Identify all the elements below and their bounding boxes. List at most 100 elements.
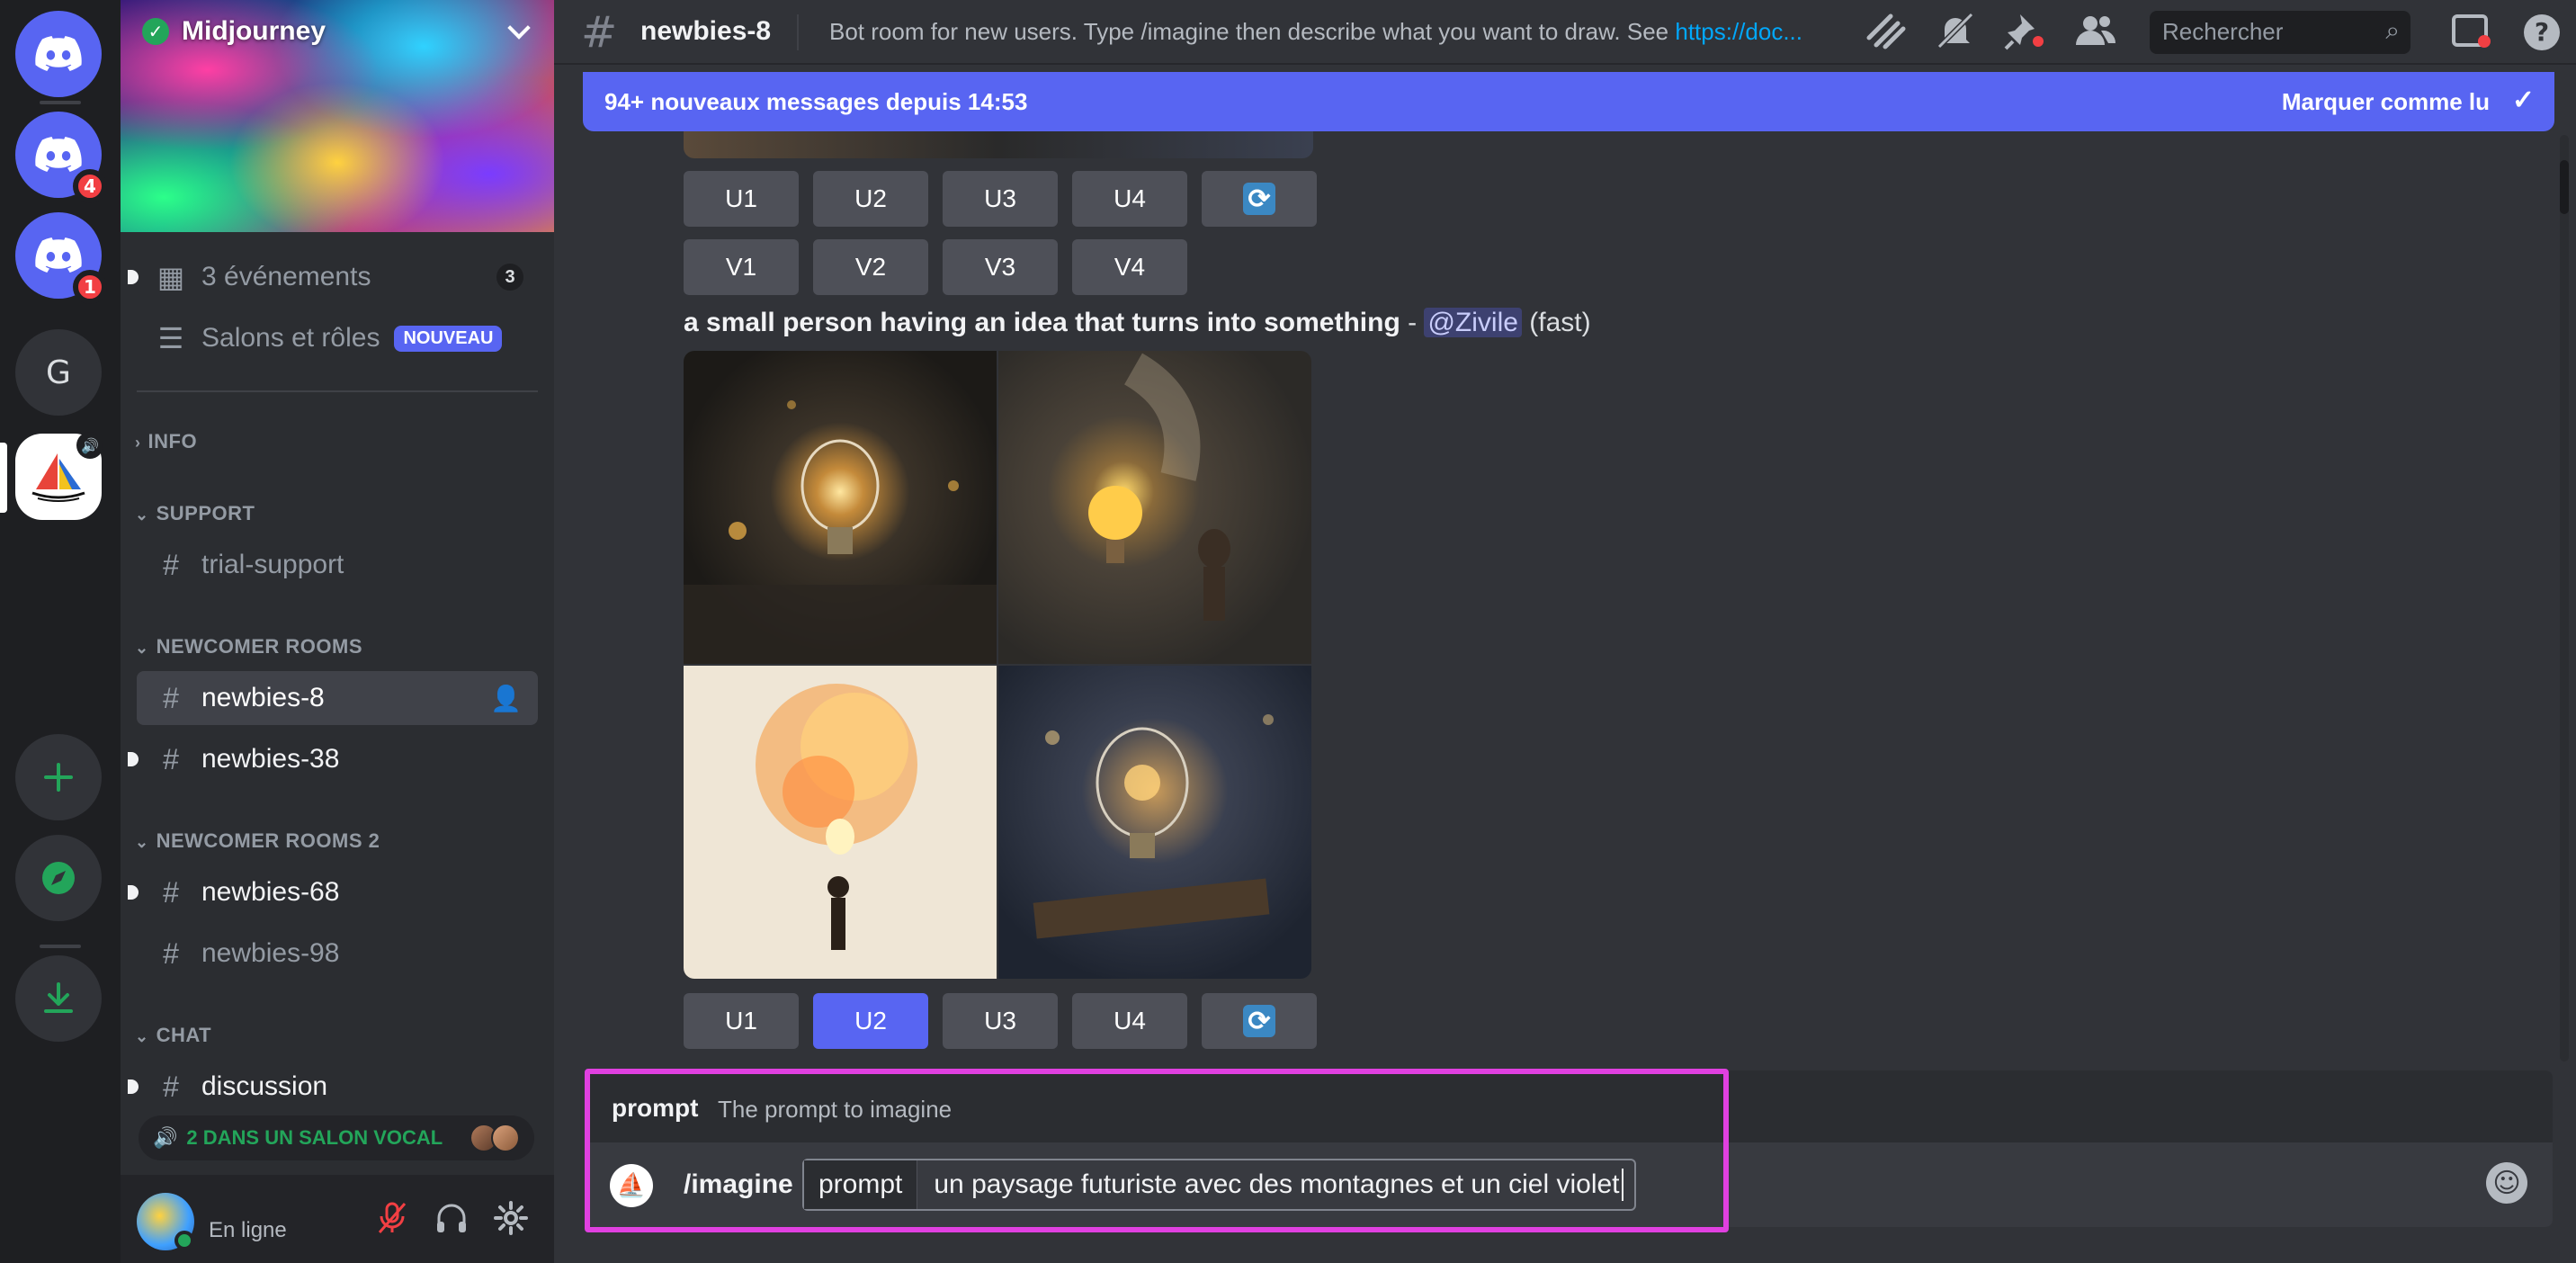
v2-button[interactable]: V2	[813, 239, 928, 295]
hash-icon: #	[163, 742, 179, 775]
chevron-down-icon: ⌄	[135, 506, 149, 524]
category-info[interactable]: › INFO	[135, 430, 197, 453]
events-row[interactable]: ▦ 3 événements 3	[128, 250, 538, 304]
new-messages-bar[interactable]: 94+ nouveaux messages depuis 14:53 Marqu…	[583, 72, 2554, 131]
add-member-icon[interactable]: 👤	[490, 684, 522, 713]
rail-separator	[40, 945, 81, 948]
mention-badge: 4	[73, 169, 107, 203]
v3-button[interactable]: V3	[943, 239, 1058, 295]
channel-trial-support[interactable]: # trial-support	[137, 538, 538, 592]
events-label: 3 événements	[201, 262, 371, 291]
hash-icon: #	[163, 875, 179, 909]
reroll-button[interactable]: ⟳	[1202, 171, 1317, 227]
members-icon[interactable]	[2074, 11, 2117, 59]
scrollbar-track[interactable]	[2560, 135, 2569, 1061]
category-newcomer-rooms[interactable]: ⌄ NEWCOMER ROOMS	[135, 635, 362, 658]
highlight-frame	[585, 1069, 1729, 1232]
gear-icon[interactable]	[493, 1200, 529, 1244]
speaker-icon: 🔊	[76, 432, 103, 459]
u4-button[interactable]: U4	[1072, 993, 1187, 1049]
add-server-button[interactable]	[15, 734, 102, 820]
help-icon[interactable]: ?	[2520, 11, 2563, 63]
hash-icon: #	[163, 548, 179, 581]
user-panel: En ligne	[121, 1175, 554, 1263]
sailboat-icon	[31, 453, 85, 502]
voice-activity-strip[interactable]: 🔊 2 DANS UN SALON VOCAL	[139, 1115, 534, 1160]
category-chat[interactable]: ⌄ CHAT	[135, 1024, 211, 1047]
channel-newbies-68[interactable]: # newbies-68	[128, 865, 538, 919]
headphones-icon[interactable]	[434, 1200, 470, 1244]
svg-text:?: ?	[2535, 17, 2549, 47]
category-newcomer-rooms-2[interactable]: ⌄ NEWCOMER ROOMS 2	[135, 829, 380, 853]
topic-link[interactable]: https://doc...	[1675, 18, 1802, 45]
download-apps-button[interactable]	[15, 955, 102, 1042]
events-count-badge: 3	[496, 264, 523, 291]
speed-label: (fast)	[1521, 308, 1591, 337]
server-discord-1[interactable]: 4	[15, 112, 107, 203]
hash-icon: #	[163, 1070, 179, 1103]
selected-server-pill	[0, 443, 7, 513]
u4-button[interactable]: U4	[1072, 171, 1187, 227]
refresh-icon: ⟳	[1243, 183, 1275, 215]
lightbulb-icon	[756, 684, 917, 950]
server-g[interactable]: G	[15, 329, 102, 416]
channel-newbies-8[interactable]: # newbies-8 👤	[137, 671, 538, 725]
chevron-right-icon: ›	[135, 434, 141, 452]
pin-icon[interactable]	[2004, 11, 2047, 59]
server-rail: 4 1 G 🔊	[0, 0, 121, 1263]
u1-button[interactable]: U1	[684, 171, 799, 227]
channel-newbies-98[interactable]: # newbies-98	[137, 927, 538, 981]
category-label: CHAT	[156, 1024, 212, 1046]
channel-topic[interactable]: Bot room for new users. Type /imagine th…	[829, 18, 1864, 46]
u3-button[interactable]: U3	[943, 993, 1058, 1049]
explore-servers-button[interactable]	[15, 835, 102, 921]
inbox-icon[interactable]	[2450, 11, 2493, 59]
bell-muted-icon[interactable]	[1934, 11, 1977, 59]
emoji-icon[interactable]: ☺	[2486, 1162, 2527, 1204]
new-badge: NOUVEAU	[394, 325, 503, 352]
generated-image-3[interactable]	[684, 666, 997, 979]
separator: -	[1400, 308, 1425, 337]
server-discord-2[interactable]: 1	[15, 212, 107, 304]
server-header[interactable]: ✓ Midjourney	[121, 0, 554, 63]
v1-button[interactable]: V1	[684, 239, 799, 295]
unread-indicator	[128, 270, 139, 284]
generated-image-1[interactable]	[684, 351, 997, 664]
channel-discussion[interactable]: # discussion	[128, 1060, 538, 1114]
unread-indicator	[128, 752, 139, 766]
u2-button[interactable]: U2	[813, 171, 928, 227]
download-icon	[44, 982, 73, 1013]
threads-icon[interactable]	[1864, 11, 1907, 59]
user-mention[interactable]: @Zivile	[1424, 308, 1522, 337]
mark-read-icon: ✓	[2511, 85, 2535, 115]
unread-indicator	[128, 1079, 139, 1094]
chevron-down-icon: ⌄	[135, 639, 149, 657]
category-support[interactable]: ⌄ SUPPORT	[135, 502, 255, 525]
category-label: SUPPORT	[156, 502, 255, 524]
channels-roles-label: Salons et rôles	[201, 323, 380, 353]
chevron-down-icon: ⌄	[135, 833, 149, 851]
u2-button[interactable]: U2	[813, 993, 928, 1049]
v4-button[interactable]: V4	[1072, 239, 1187, 295]
generated-image-2[interactable]	[998, 351, 1311, 664]
previous-image-grid[interactable]	[684, 131, 1313, 158]
reroll-button[interactable]: ⟳	[1202, 993, 1317, 1049]
channels-roles-row[interactable]: ☰ Salons et rôles NOUVEAU	[137, 311, 538, 365]
generated-image-4[interactable]	[998, 666, 1311, 979]
search-icon: ⌕	[2385, 16, 2400, 44]
server-midjourney[interactable]: 🔊	[15, 432, 103, 520]
scrollbar-thumb[interactable]	[2560, 160, 2569, 214]
category-label: INFO	[148, 430, 198, 452]
u1-button[interactable]: U1	[684, 993, 799, 1049]
home-button[interactable]	[15, 11, 102, 97]
refresh-icon: ⟳	[1243, 1005, 1275, 1037]
mark-read-button[interactable]: Marquer comme lu	[2282, 88, 2490, 116]
search-input[interactable]: Rechercher ⌕	[2150, 11, 2411, 54]
lightbulb-icon	[684, 400, 997, 664]
verified-icon: ✓	[142, 18, 169, 45]
mic-muted-icon[interactable]	[374, 1200, 410, 1244]
bot-message-text: a small person having an idea that turns…	[684, 308, 1591, 338]
channel-newbies-38[interactable]: # newbies-38	[128, 732, 538, 786]
topic-text: Bot room for new users. Type /imagine th…	[829, 18, 1676, 45]
u3-button[interactable]: U3	[943, 171, 1058, 227]
